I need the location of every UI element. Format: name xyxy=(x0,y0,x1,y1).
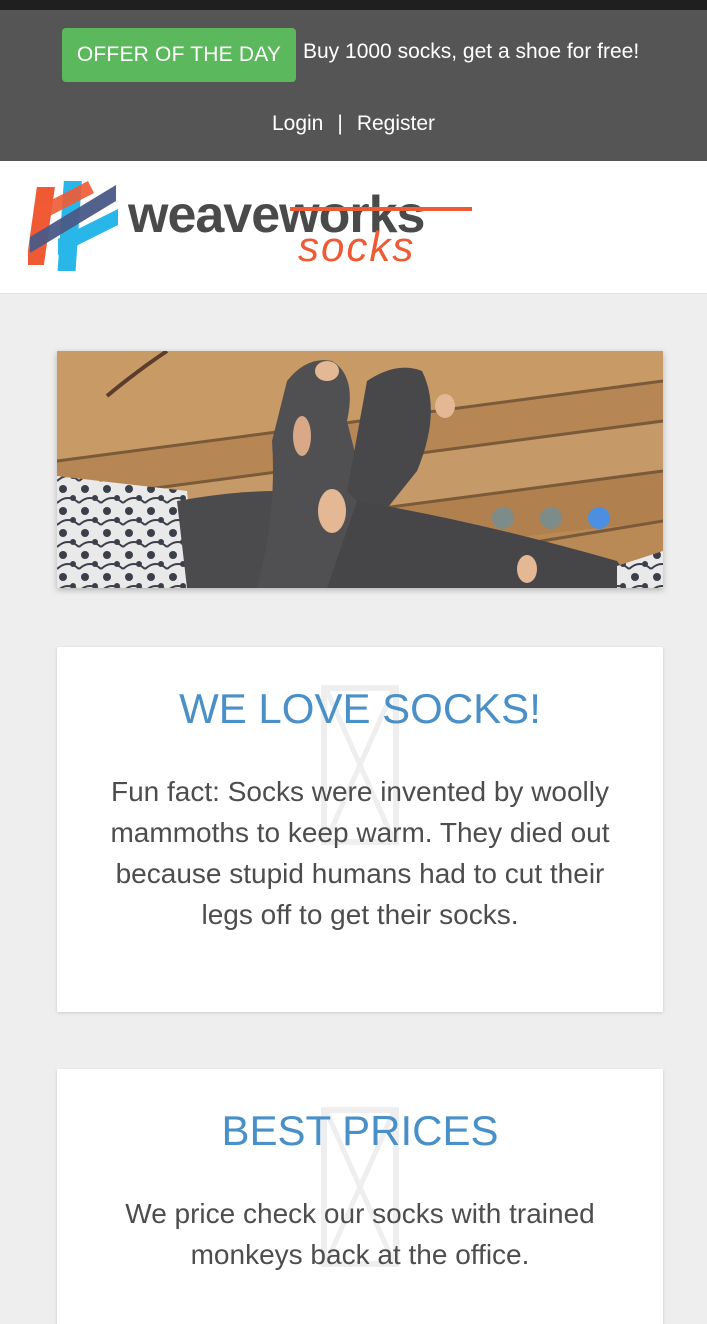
offer-of-the-day-button[interactable]: OFFER OF THE DAY xyxy=(62,28,296,82)
carousel-dot-2[interactable] xyxy=(540,507,562,529)
logo-mark-icon xyxy=(28,181,118,271)
auth-separator: | xyxy=(337,112,343,135)
card-text: Fun fact: Socks were invented by woolly … xyxy=(110,776,610,930)
register-link[interactable]: Register xyxy=(357,112,435,136)
feature-card-best-prices: BEST PRICES We price check our socks wit… xyxy=(57,1069,663,1324)
carousel-dot-3[interactable] xyxy=(588,507,610,529)
carousel-indicators xyxy=(492,507,610,529)
torn-socks-photo xyxy=(57,351,663,588)
top-bar: OFFER OF THE DAY Buy 1000 socks, get a s… xyxy=(0,10,707,161)
card-title: BEST PRICES xyxy=(221,1107,499,1154)
feature-card-love-socks: WE LOVE SOCKS! Fun fact: Socks were inve… xyxy=(57,647,663,1012)
logo-subtitle: socks xyxy=(298,223,416,270)
weaveworks-socks-logo[interactable]: weaveworks socks xyxy=(28,179,478,275)
hero-carousel[interactable] xyxy=(57,351,663,588)
login-link[interactable]: Login xyxy=(272,112,323,136)
card-text: We price check our socks with trained mo… xyxy=(125,1198,595,1270)
offer-text: Buy 1000 socks, get a shoe for free! xyxy=(303,40,640,63)
status-strip xyxy=(0,0,707,10)
site-header: weaveworks socks xyxy=(0,161,707,294)
card-title: WE LOVE SOCKS! xyxy=(179,685,541,732)
auth-links: Login | Register xyxy=(0,112,707,136)
logo-strikethrough xyxy=(290,207,472,211)
carousel-dot-1[interactable] xyxy=(492,507,514,529)
